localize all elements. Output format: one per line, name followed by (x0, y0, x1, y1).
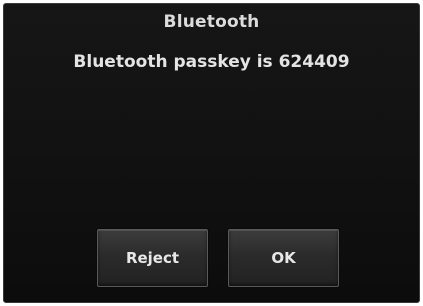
ok-button[interactable]: OK (228, 229, 339, 287)
ok-button-label: OK (271, 249, 296, 267)
bluetooth-passkey-dialog: Bluetooth Bluetooth passkey is 624409 Re… (3, 3, 420, 303)
dialog-title: Bluetooth (163, 12, 260, 32)
passkey-message: Bluetooth passkey is 624409 (73, 52, 350, 72)
reject-button-label: Reject (125, 249, 180, 267)
reject-button[interactable]: Reject (97, 229, 208, 287)
